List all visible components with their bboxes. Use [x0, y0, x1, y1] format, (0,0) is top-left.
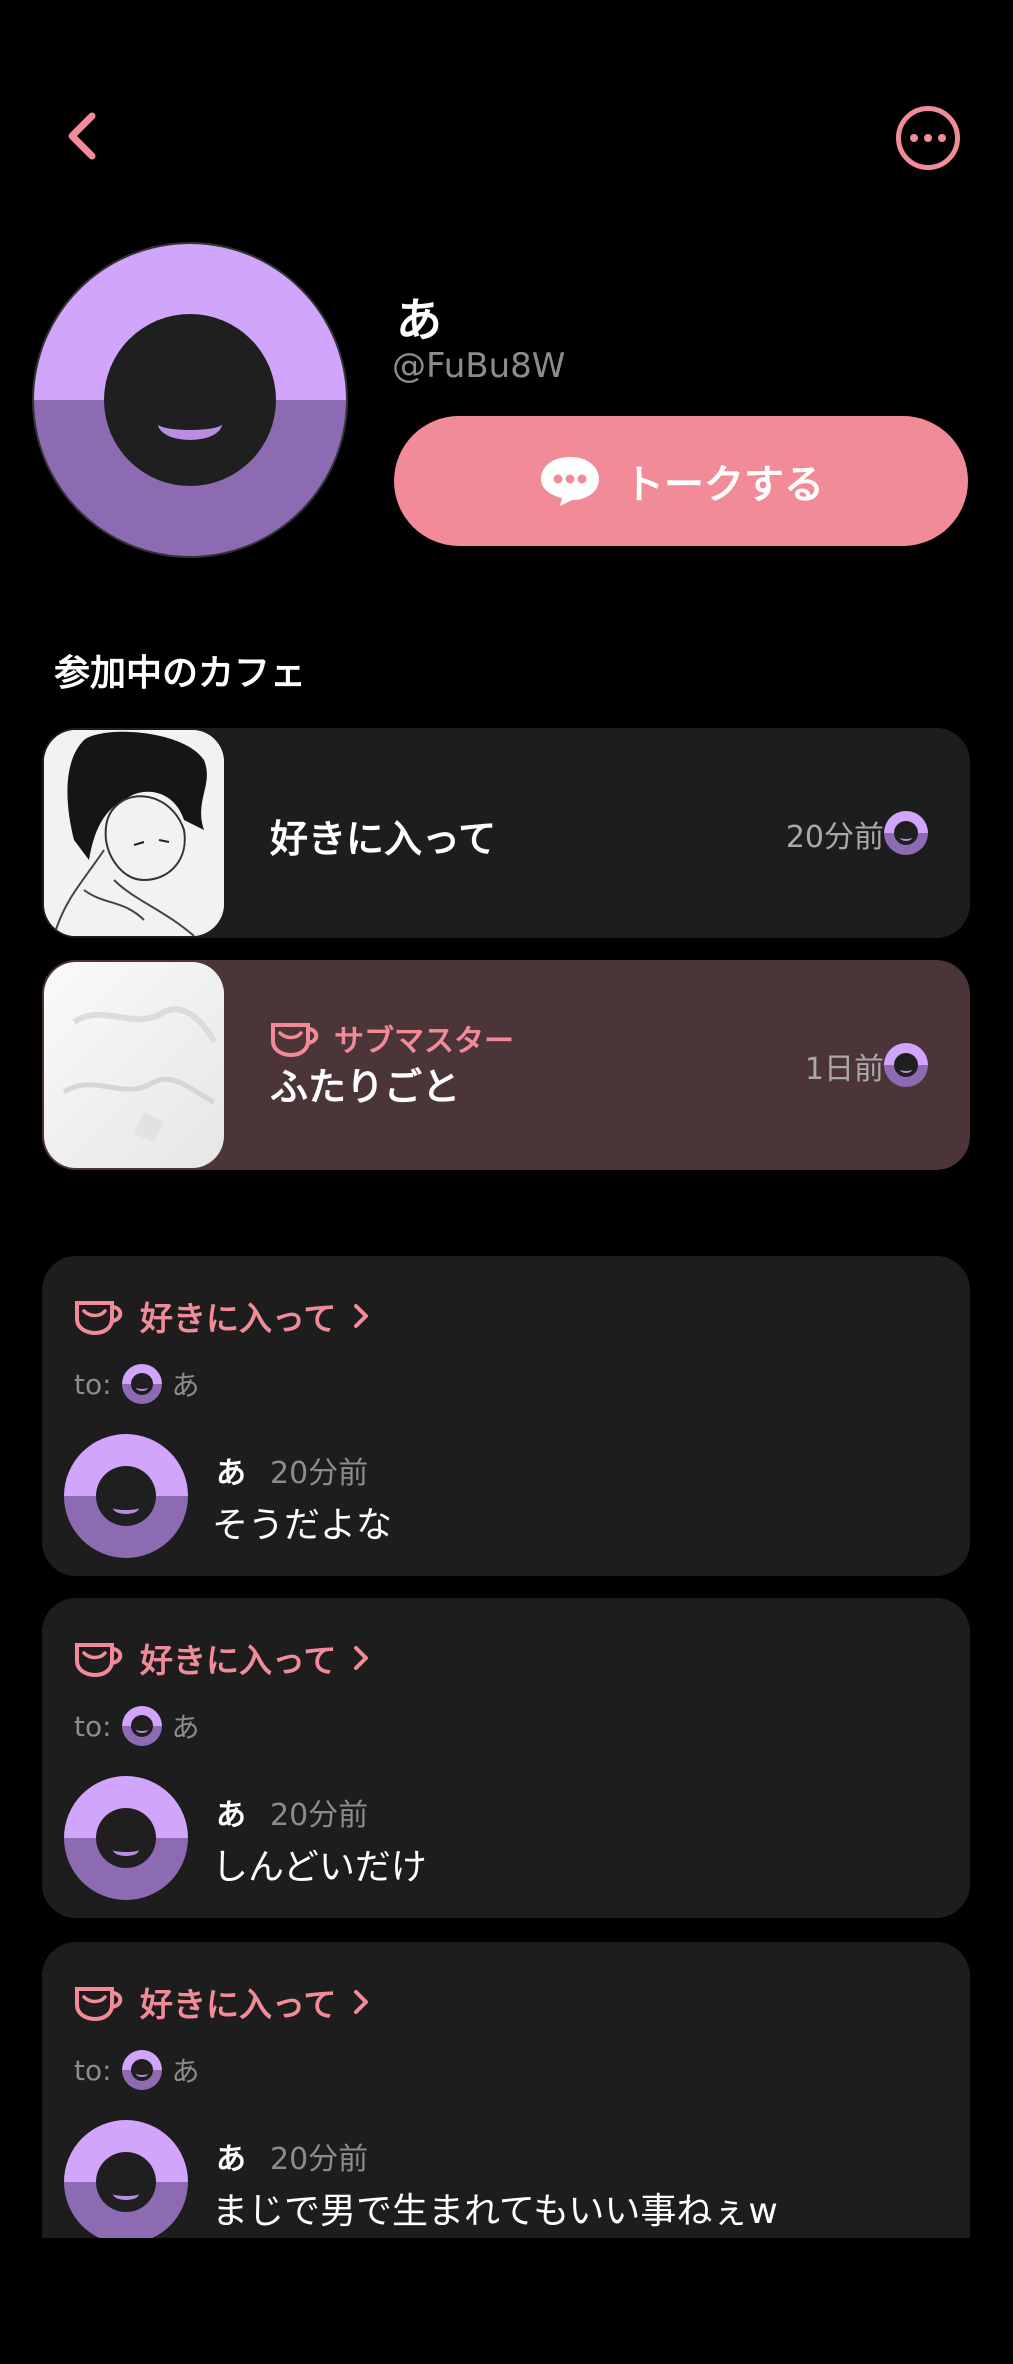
post-cafe-link[interactable]: 好きに入って [74, 1634, 372, 1682]
post-author-name: あ [216, 1456, 246, 1491]
post-to-label: to: [74, 1709, 112, 1743]
cafe-time: 1日前 [804, 1052, 884, 1087]
ellipsis-dot [924, 134, 932, 142]
ellipsis-circle-icon [910, 134, 918, 142]
cafe-card[interactable]: サブマスター ふたりごと 1日前 [42, 960, 970, 1170]
post-body: しんどいだけ [212, 1847, 427, 1888]
talk-button[interactable]: トークする [394, 416, 968, 546]
recipient-avatar [121, 1364, 162, 1404]
recipient-avatar [121, 1706, 162, 1746]
post-to-name: あ [171, 1711, 200, 1744]
chevron-right-icon [354, 1990, 369, 2014]
cafe-role: サブマスター [270, 1016, 514, 1060]
post-author-name: あ [216, 1798, 246, 1833]
cafe-thumbnail [44, 730, 224, 936]
post-recipient: to: あ [74, 2050, 200, 2090]
cafe-member-avatar [884, 1043, 928, 1087]
coffee-cup-icon [75, 1643, 123, 1677]
post-cafe-link[interactable]: 好きに入って [74, 1292, 372, 1340]
post-card[interactable]: 好きに入って to: あ あ 20分前 しんどいだけ [42, 1598, 970, 1918]
post-recipient: to: あ [74, 1706, 200, 1746]
post-cafe-name: 好きに入って [140, 1985, 337, 2024]
profile-handle: @FuBu8W [392, 346, 566, 386]
more-options-button[interactable] [896, 106, 960, 170]
post-to-name: あ [171, 1369, 200, 1402]
post-to-name: あ [171, 2055, 200, 2088]
post-body: まじで男で生まれてもいい事ねぇw [212, 2191, 778, 2232]
cafe-name: 好きに入って [270, 817, 497, 861]
post-card[interactable]: 好きに入って to: あ あ 20分前 まじで男で生まれてもいい事ねぇw [42, 1942, 970, 2238]
chevron-right-icon [354, 1304, 369, 1328]
post-card[interactable]: 好きに入って to: あ あ 20分前 そうだよな [42, 1256, 970, 1576]
post-to-label: to: [74, 1367, 112, 1401]
chat-bubble-icon [538, 454, 602, 508]
cafe-role-label: サブマスター [334, 1024, 514, 1059]
post-recipient: to: あ [74, 1364, 200, 1404]
ellipsis-dot [938, 134, 946, 142]
chevron-left-icon [68, 112, 96, 160]
cafe-name: ふたりごと [270, 1065, 461, 1109]
coffee-cup-icon [271, 1023, 319, 1057]
cafe-thumbnail [44, 962, 224, 1168]
cafes-section-title: 参加中のカフェ [54, 653, 307, 694]
post-author-name: あ [216, 2142, 246, 2177]
recipient-avatar [121, 2050, 162, 2090]
post-body: そうだよな [212, 1505, 393, 1546]
profile-avatar [34, 244, 346, 556]
post-time: 20分前 [270, 2142, 369, 2177]
talk-button-label: トークする [624, 462, 824, 508]
post-cafe-name: 好きに入って [140, 1641, 337, 1680]
coffee-cup-icon [75, 1987, 123, 2021]
post-cafe-link[interactable]: 好きに入って [74, 1978, 372, 2026]
cafe-member-avatar [884, 811, 928, 855]
cafe-time: 20分前 [785, 820, 884, 855]
profile-name: あ [396, 293, 442, 347]
back-button[interactable] [58, 108, 114, 164]
post-author-avatar[interactable] [64, 1776, 188, 1900]
coffee-cup-icon [75, 1301, 123, 1335]
post-author-avatar[interactable] [64, 2120, 188, 2238]
chevron-right-icon [354, 1646, 369, 1670]
post-cafe-name: 好きに入って [140, 1299, 337, 1338]
post-time: 20分前 [270, 1798, 369, 1833]
post-time: 20分前 [270, 1456, 369, 1491]
post-to-label: to: [74, 2053, 112, 2087]
post-author-avatar[interactable] [64, 1434, 188, 1558]
cafe-card[interactable]: 好きに入って 20分前 [42, 728, 970, 938]
